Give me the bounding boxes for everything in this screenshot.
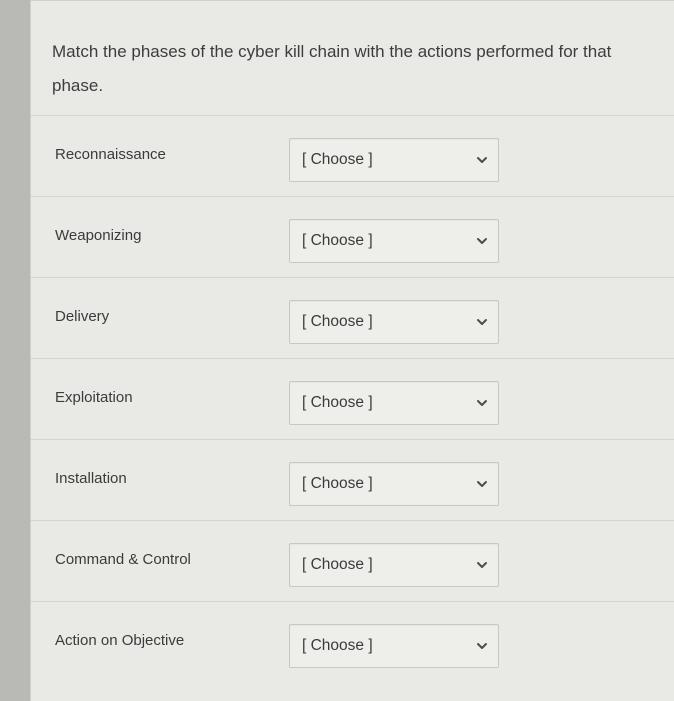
choice-dropdown-command-control[interactable]: [ Choose ] bbox=[289, 543, 499, 587]
phase-label-action-on-objective: Action on Objective bbox=[55, 632, 185, 649]
choice-dropdown-reconnaissance[interactable]: [ Choose ] bbox=[289, 138, 499, 182]
match-row-installation: Installation [ Choose ] bbox=[31, 439, 674, 520]
dropdown-value: [ Choose ] bbox=[302, 637, 373, 654]
dropdown-value: [ Choose ] bbox=[302, 556, 373, 573]
match-row-command-control: Command & Control [ Choose ] bbox=[31, 520, 674, 601]
phase-label-exploitation: Exploitation bbox=[55, 389, 133, 406]
chevron-down-icon bbox=[477, 319, 487, 325]
dropdown-value: [ Choose ] bbox=[302, 313, 373, 330]
phase-label-reconnaissance: Reconnaissance bbox=[55, 146, 166, 163]
dropdown-value: [ Choose ] bbox=[302, 394, 373, 411]
match-row-action-on-objective: Action on Objective [ Choose ] bbox=[31, 601, 674, 682]
dropdown-value: [ Choose ] bbox=[302, 151, 373, 168]
chevron-down-icon bbox=[477, 400, 487, 406]
match-row-weaponizing: Weaponizing [ Choose ] bbox=[31, 196, 674, 277]
match-row-delivery: Delivery [ Choose ] bbox=[31, 277, 674, 358]
chevron-down-icon bbox=[477, 562, 487, 568]
question-text: Match the phases of the cyber kill chain… bbox=[52, 42, 612, 95]
chevron-down-icon bbox=[477, 643, 487, 649]
chevron-down-icon bbox=[477, 481, 487, 487]
choice-dropdown-weaponizing[interactable]: [ Choose ] bbox=[289, 219, 499, 263]
question-card: Match the phases of the cyber kill chain… bbox=[30, 0, 674, 701]
phase-label-command-control: Command & Control bbox=[55, 551, 191, 568]
choice-dropdown-exploitation[interactable]: [ Choose ] bbox=[289, 381, 499, 425]
choice-dropdown-delivery[interactable]: [ Choose ] bbox=[289, 300, 499, 344]
phase-label-weaponizing: Weaponizing bbox=[55, 227, 142, 244]
dropdown-value: [ Choose ] bbox=[302, 232, 373, 249]
match-row-exploitation: Exploitation [ Choose ] bbox=[31, 358, 674, 439]
chevron-down-icon bbox=[477, 157, 487, 163]
choice-dropdown-action-on-objective[interactable]: [ Choose ] bbox=[289, 624, 499, 668]
phase-label-delivery: Delivery bbox=[55, 308, 110, 325]
matching-list: Reconnaissance [ Choose ] Weaponizing [ … bbox=[31, 115, 674, 682]
dropdown-value: [ Choose ] bbox=[302, 475, 373, 492]
phase-label-installation: Installation bbox=[55, 470, 127, 487]
choice-dropdown-installation[interactable]: [ Choose ] bbox=[289, 462, 499, 506]
chevron-down-icon bbox=[477, 238, 487, 244]
match-row-reconnaissance: Reconnaissance [ Choose ] bbox=[31, 115, 674, 196]
